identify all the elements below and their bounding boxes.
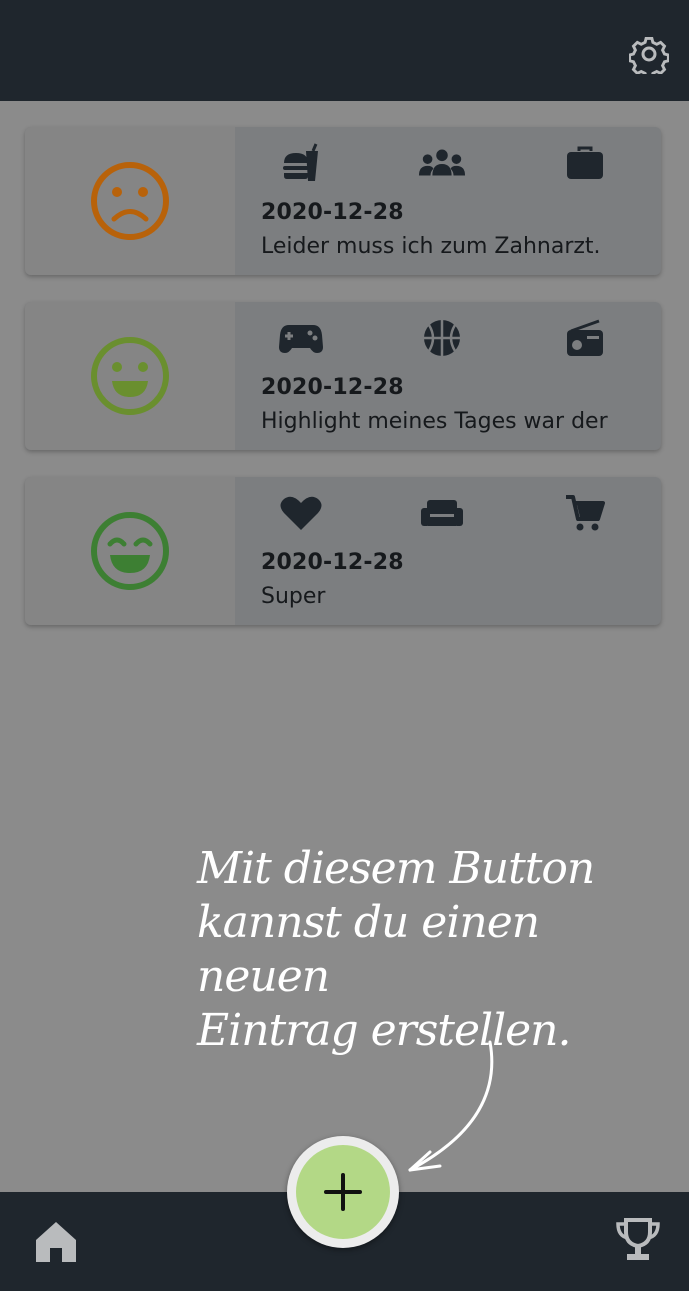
entry-date: 2020-12-28 (261, 200, 404, 225)
plus-icon (324, 1173, 362, 1211)
entry-list: 2020-12-28 Leider muss ich zum Zahnarzt. (25, 127, 661, 652)
hint-line: kannst du einen neuen (197, 897, 540, 1002)
smile-face-icon (91, 337, 169, 415)
entry-date: 2020-12-28 (261, 550, 404, 575)
entry-text: Super (261, 584, 326, 609)
add-entry-button[interactable] (296, 1145, 390, 1239)
couch-icon (418, 491, 466, 535)
trophy-icon[interactable] (614, 1216, 662, 1264)
people-icon (418, 141, 466, 185)
sad-face-icon (91, 162, 169, 240)
mood-panel (25, 302, 235, 450)
heart-icon (277, 491, 325, 535)
entry-card[interactable]: 2020-12-28 Leider muss ich zum Zahnarzt. (25, 127, 661, 275)
entry-text: Leider muss ich zum Zahnarzt. (261, 234, 601, 259)
mood-panel (25, 477, 235, 625)
hint-line: Mit diesem Button (197, 843, 595, 894)
app-top-bar (0, 0, 689, 101)
tutorial-hint: Mit diesem Button kannst du einen neuen … (197, 842, 637, 1058)
radio-icon (561, 316, 609, 360)
mood-panel (25, 127, 235, 275)
grin-face-icon (91, 512, 169, 590)
settings-button[interactable] (627, 32, 671, 76)
tutorial-arrow-icon (408, 1040, 494, 1172)
home-icon[interactable] (32, 1218, 80, 1266)
gamepad-icon (277, 316, 325, 360)
shopping-cart-icon (561, 491, 609, 535)
briefcase-icon (561, 141, 609, 185)
entry-card[interactable]: 2020-12-28 Highlight meines Tages war de… (25, 302, 661, 450)
fast-food-icon (277, 141, 325, 185)
entry-card[interactable]: 2020-12-28 Super (25, 477, 661, 625)
entry-text: Highlight meines Tages war der (261, 409, 608, 434)
entry-date: 2020-12-28 (261, 375, 404, 400)
basketball-icon (418, 316, 466, 360)
gear-icon (629, 37, 669, 74)
